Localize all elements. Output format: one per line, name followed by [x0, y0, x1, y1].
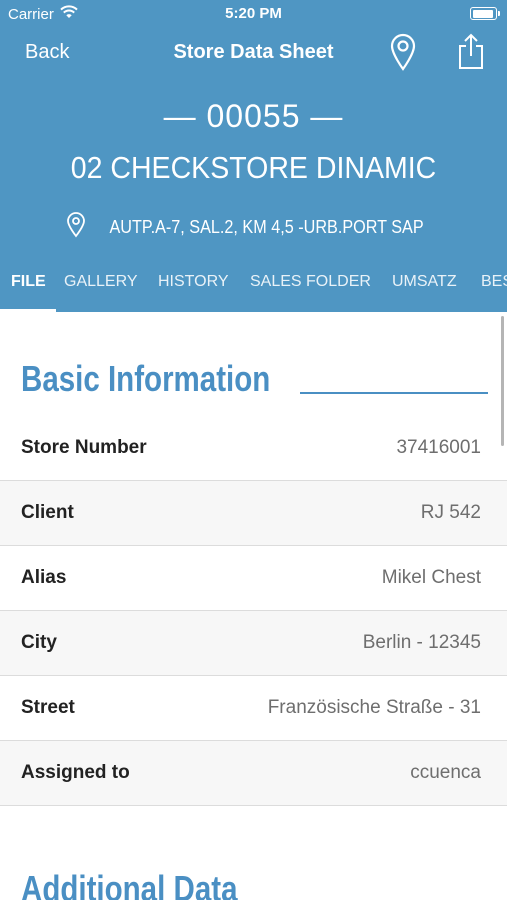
- status-time: 5:20 PM: [225, 5, 282, 22]
- tab-sales-folder[interactable]: SALES FOLDER: [250, 273, 371, 291]
- row-city: City Berlin - 12345: [0, 611, 507, 676]
- row-store-number: Store Number 37416001: [0, 416, 507, 481]
- title-divider: [300, 392, 488, 394]
- row-label: Client: [21, 502, 74, 523]
- row-label: City: [21, 632, 57, 653]
- battery-icon: [470, 7, 500, 20]
- store-data-content[interactable]: Basic Information Store Number 37416001 …: [0, 312, 507, 900]
- section-tabs: FILE GALLERY HISTORY SALES FOLDER UMSATZ…: [0, 266, 507, 312]
- row-client: Client RJ 542: [0, 481, 507, 546]
- store-name: 02 CHECKSTORE DINAMIC: [70, 150, 437, 185]
- store-code: — 00055 —: [163, 98, 344, 134]
- basic-information-title: Basic Information: [21, 358, 271, 399]
- share-icon[interactable]: [456, 32, 486, 77]
- row-assigned-to: Assigned to ccuenca: [0, 741, 507, 806]
- row-label: Store Number: [21, 437, 147, 458]
- store-address[interactable]: AUTP.A-7, SAL.2, KM 4,5 -URB.PORT SAP: [0, 212, 507, 243]
- row-value: RJ 542: [420, 502, 481, 523]
- scrollbar[interactable]: [501, 316, 504, 446]
- row-label: Assigned to: [21, 762, 130, 783]
- location-pin-icon: [66, 212, 86, 243]
- map-pin-icon[interactable]: [388, 32, 418, 77]
- row-value: 37416001: [396, 437, 481, 458]
- page-title: Store Data Sheet: [173, 41, 334, 63]
- navigation-bar: Back Store Data Sheet: [0, 28, 507, 76]
- row-value: Berlin - 12345: [362, 632, 481, 653]
- tab-gallery[interactable]: GALLERY: [64, 273, 138, 291]
- tab-history[interactable]: HISTORY: [158, 273, 229, 291]
- row-value: Französische Straße - 31: [267, 697, 481, 718]
- tab-bes[interactable]: BES: [481, 273, 507, 291]
- status-bar: Carrier 5:20 PM: [0, 0, 507, 28]
- tab-file[interactable]: FILE: [11, 273, 46, 291]
- tab-umsatz[interactable]: UMSATZ: [392, 273, 457, 291]
- row-label: Alias: [21, 567, 67, 588]
- address-text: AUTP.A-7, SAL.2, KM 4,5 -URB.PORT SAP: [109, 217, 424, 237]
- additional-data-title: Additional Data: [21, 868, 238, 900]
- row-street: Street Französische Straße - 31: [0, 676, 507, 741]
- row-value: ccuenca: [410, 762, 481, 783]
- row-alias: Alias Mikel Chest: [0, 546, 507, 611]
- store-header: Carrier 5:20 PM Back Store Data Sheet — …: [0, 0, 507, 312]
- row-label: Street: [21, 697, 75, 718]
- row-value: Mikel Chest: [381, 567, 481, 588]
